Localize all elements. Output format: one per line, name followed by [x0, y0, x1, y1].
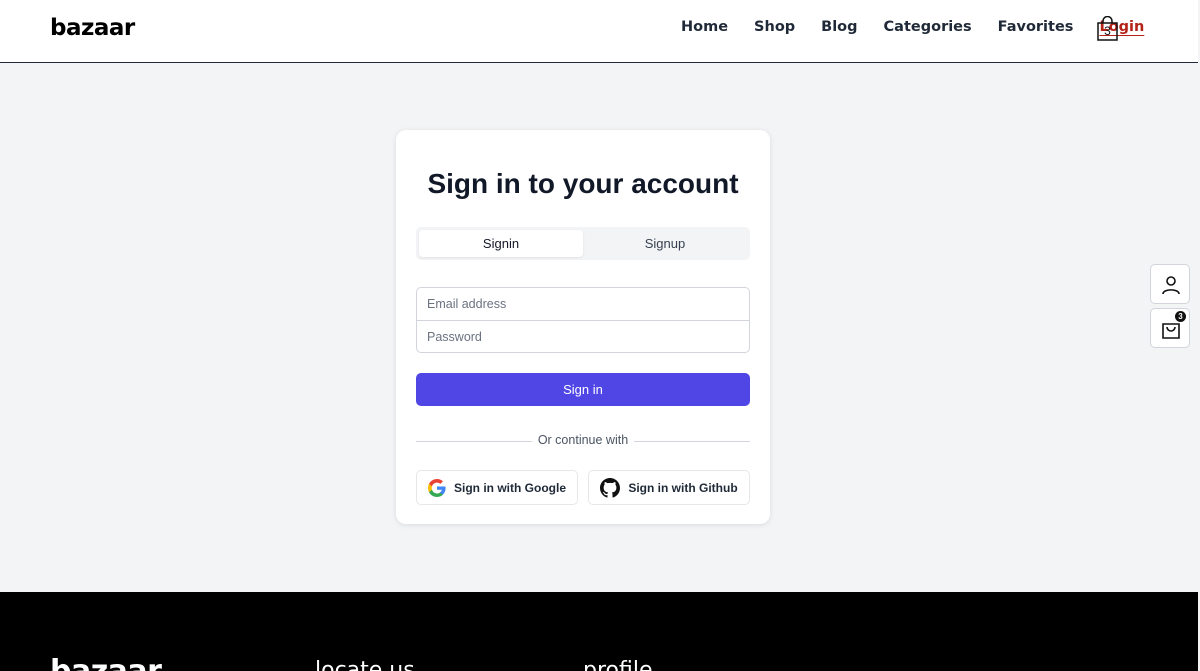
github-signin-button[interactable]: Sign in with Github	[588, 470, 750, 505]
password-field[interactable]	[417, 321, 749, 353]
auth-tabs: Signin Signup	[416, 227, 750, 260]
page-title: Sign in to your account	[427, 168, 739, 199]
credentials-group	[416, 287, 750, 353]
google-signin-button[interactable]: Sign in with Google	[416, 470, 578, 505]
cart-button[interactable]: 3	[1096, 16, 1119, 42]
nav-favorites[interactable]: Favorites	[998, 19, 1074, 35]
account-side-button[interactable]	[1150, 264, 1190, 304]
divider-text: Or continue with	[537, 433, 629, 447]
or-divider: Or continue with	[416, 433, 750, 449]
divider-line-right	[634, 441, 750, 442]
email-field[interactable]	[417, 288, 749, 320]
cart-count: 3	[1104, 24, 1111, 38]
signin-button[interactable]: Sign in	[416, 373, 750, 406]
logo[interactable]: bazaar	[50, 15, 135, 41]
footer-heading-profile: profile	[583, 658, 653, 671]
user-icon	[1162, 276, 1180, 295]
site-footer: bazaar locate us profile	[0, 592, 1198, 671]
signin-card: Sign in to your account Signin Signup Si…	[396, 130, 770, 524]
github-button-label: Sign in with Github	[628, 480, 738, 495]
tab-signup[interactable]: Signup	[583, 230, 747, 257]
nav-categories[interactable]: Categories	[884, 19, 972, 35]
tab-signin[interactable]: Signin	[419, 230, 583, 257]
footer-heading-locate: locate us	[315, 658, 415, 671]
nav-home[interactable]: Home	[681, 19, 728, 35]
nav-blog[interactable]: Blog	[821, 19, 857, 35]
google-icon	[428, 478, 446, 497]
footer-logo: bazaar	[50, 654, 162, 671]
google-button-label: Sign in with Google	[454, 480, 566, 495]
cart-badge: 3	[1175, 311, 1186, 322]
github-icon	[600, 477, 621, 498]
cart-side-button[interactable]: 3	[1150, 308, 1190, 348]
nav-shop[interactable]: Shop	[754, 19, 795, 35]
site-header: bazaar Home Shop Blog Categories Favorit…	[0, 0, 1198, 63]
